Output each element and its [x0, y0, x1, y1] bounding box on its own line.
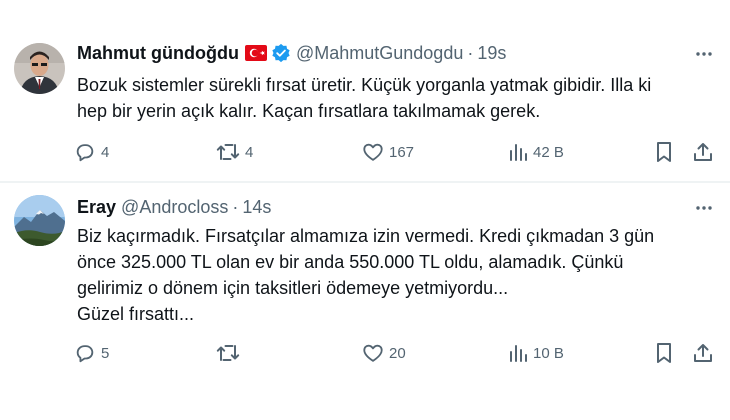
share-button[interactable]	[692, 137, 714, 167]
tweet[interactable]: Mahmut gündoğdu @MahmutGundogdu · 19s Bo…	[0, 0, 730, 182]
reply-button[interactable]: 5	[74, 338, 109, 368]
heart-icon	[362, 141, 384, 163]
tweet[interactable]: Eray @Androcloss · 14s Biz kaçırmadık. F…	[0, 183, 730, 420]
tweet-text: Bozuk sistemler sürekli fırsat üretir. K…	[77, 72, 710, 124]
share-button[interactable]	[692, 338, 714, 368]
bookmark-button[interactable]	[654, 338, 674, 368]
display-name[interactable]: Eray	[77, 197, 116, 218]
more-options-icon[interactable]	[692, 42, 716, 66]
display-name[interactable]: Mahmut gündoğdu	[77, 43, 239, 64]
tweet-header: Eray @Androcloss · 14s	[77, 195, 271, 219]
reply-icon	[74, 141, 96, 163]
views-button[interactable]: 10 B	[508, 338, 564, 368]
reply-button[interactable]: 4	[74, 137, 109, 167]
tweet-text-line: Bozuk sistemler sürekli fırsat üretir. K…	[77, 75, 652, 95]
timestamp[interactable]: 19s	[477, 43, 506, 64]
share-icon	[692, 141, 714, 163]
like-button[interactable]: 20	[362, 338, 406, 368]
bookmark-button[interactable]	[654, 137, 674, 167]
reply-count: 5	[101, 344, 110, 362]
tweet-text-line: gelirimiz o dönem için taksitleri ödemey…	[77, 278, 509, 298]
analytics-icon	[508, 142, 528, 162]
tweet-actions: 5 20 10 B	[70, 338, 720, 368]
handle[interactable]: @Androcloss	[121, 197, 228, 218]
separator-dot: ·	[232, 196, 239, 217]
timestamp[interactable]: 14s	[242, 197, 271, 218]
bookmark-icon	[654, 342, 674, 364]
more-options-icon[interactable]	[692, 196, 716, 220]
retweet-count: 4	[245, 143, 254, 161]
retweet-icon	[216, 342, 240, 364]
retweet-icon	[216, 141, 240, 163]
tweet-text: Biz kaçırmadık. Fırsatçılar almamıza izi…	[77, 223, 710, 327]
tweet-text-line: önce 325.000 TL olan ev bir anda 550.000…	[77, 252, 624, 272]
view-count: 42 B	[533, 143, 564, 161]
like-count: 167	[389, 143, 415, 161]
tweet-text-line: Güzel fırsattı...	[77, 304, 195, 324]
tweet-header: Mahmut gündoğdu @MahmutGundogdu · 19s	[77, 41, 506, 65]
retweet-button[interactable]: 4	[216, 137, 253, 167]
views-button[interactable]: 42 B	[508, 137, 564, 167]
tweet-text-line: hep bir yerin açık kalır. Kaçan fırsatla…	[77, 101, 541, 121]
heart-icon	[362, 342, 384, 364]
turkey-flag-icon	[244, 45, 267, 61]
retweet-button[interactable]	[216, 338, 245, 368]
reply-icon	[74, 342, 96, 364]
reply-count: 4	[101, 143, 110, 161]
tweet-text-line: Biz kaçırmadık. Fırsatçılar almamıza izi…	[77, 226, 655, 246]
handle[interactable]: @MahmutGundogdu	[296, 43, 463, 64]
avatar[interactable]	[14, 195, 65, 246]
like-button[interactable]: 167	[362, 137, 414, 167]
share-icon	[692, 342, 714, 364]
verified-badge-icon	[271, 43, 291, 63]
avatar[interactable]	[14, 43, 65, 94]
tweet-actions: 4 4 167 42 B	[70, 137, 720, 167]
separator-dot: ·	[467, 42, 474, 63]
bookmark-icon	[654, 141, 674, 163]
view-count: 10 B	[533, 344, 564, 362]
analytics-icon	[508, 343, 528, 363]
like-count: 20	[389, 344, 406, 362]
